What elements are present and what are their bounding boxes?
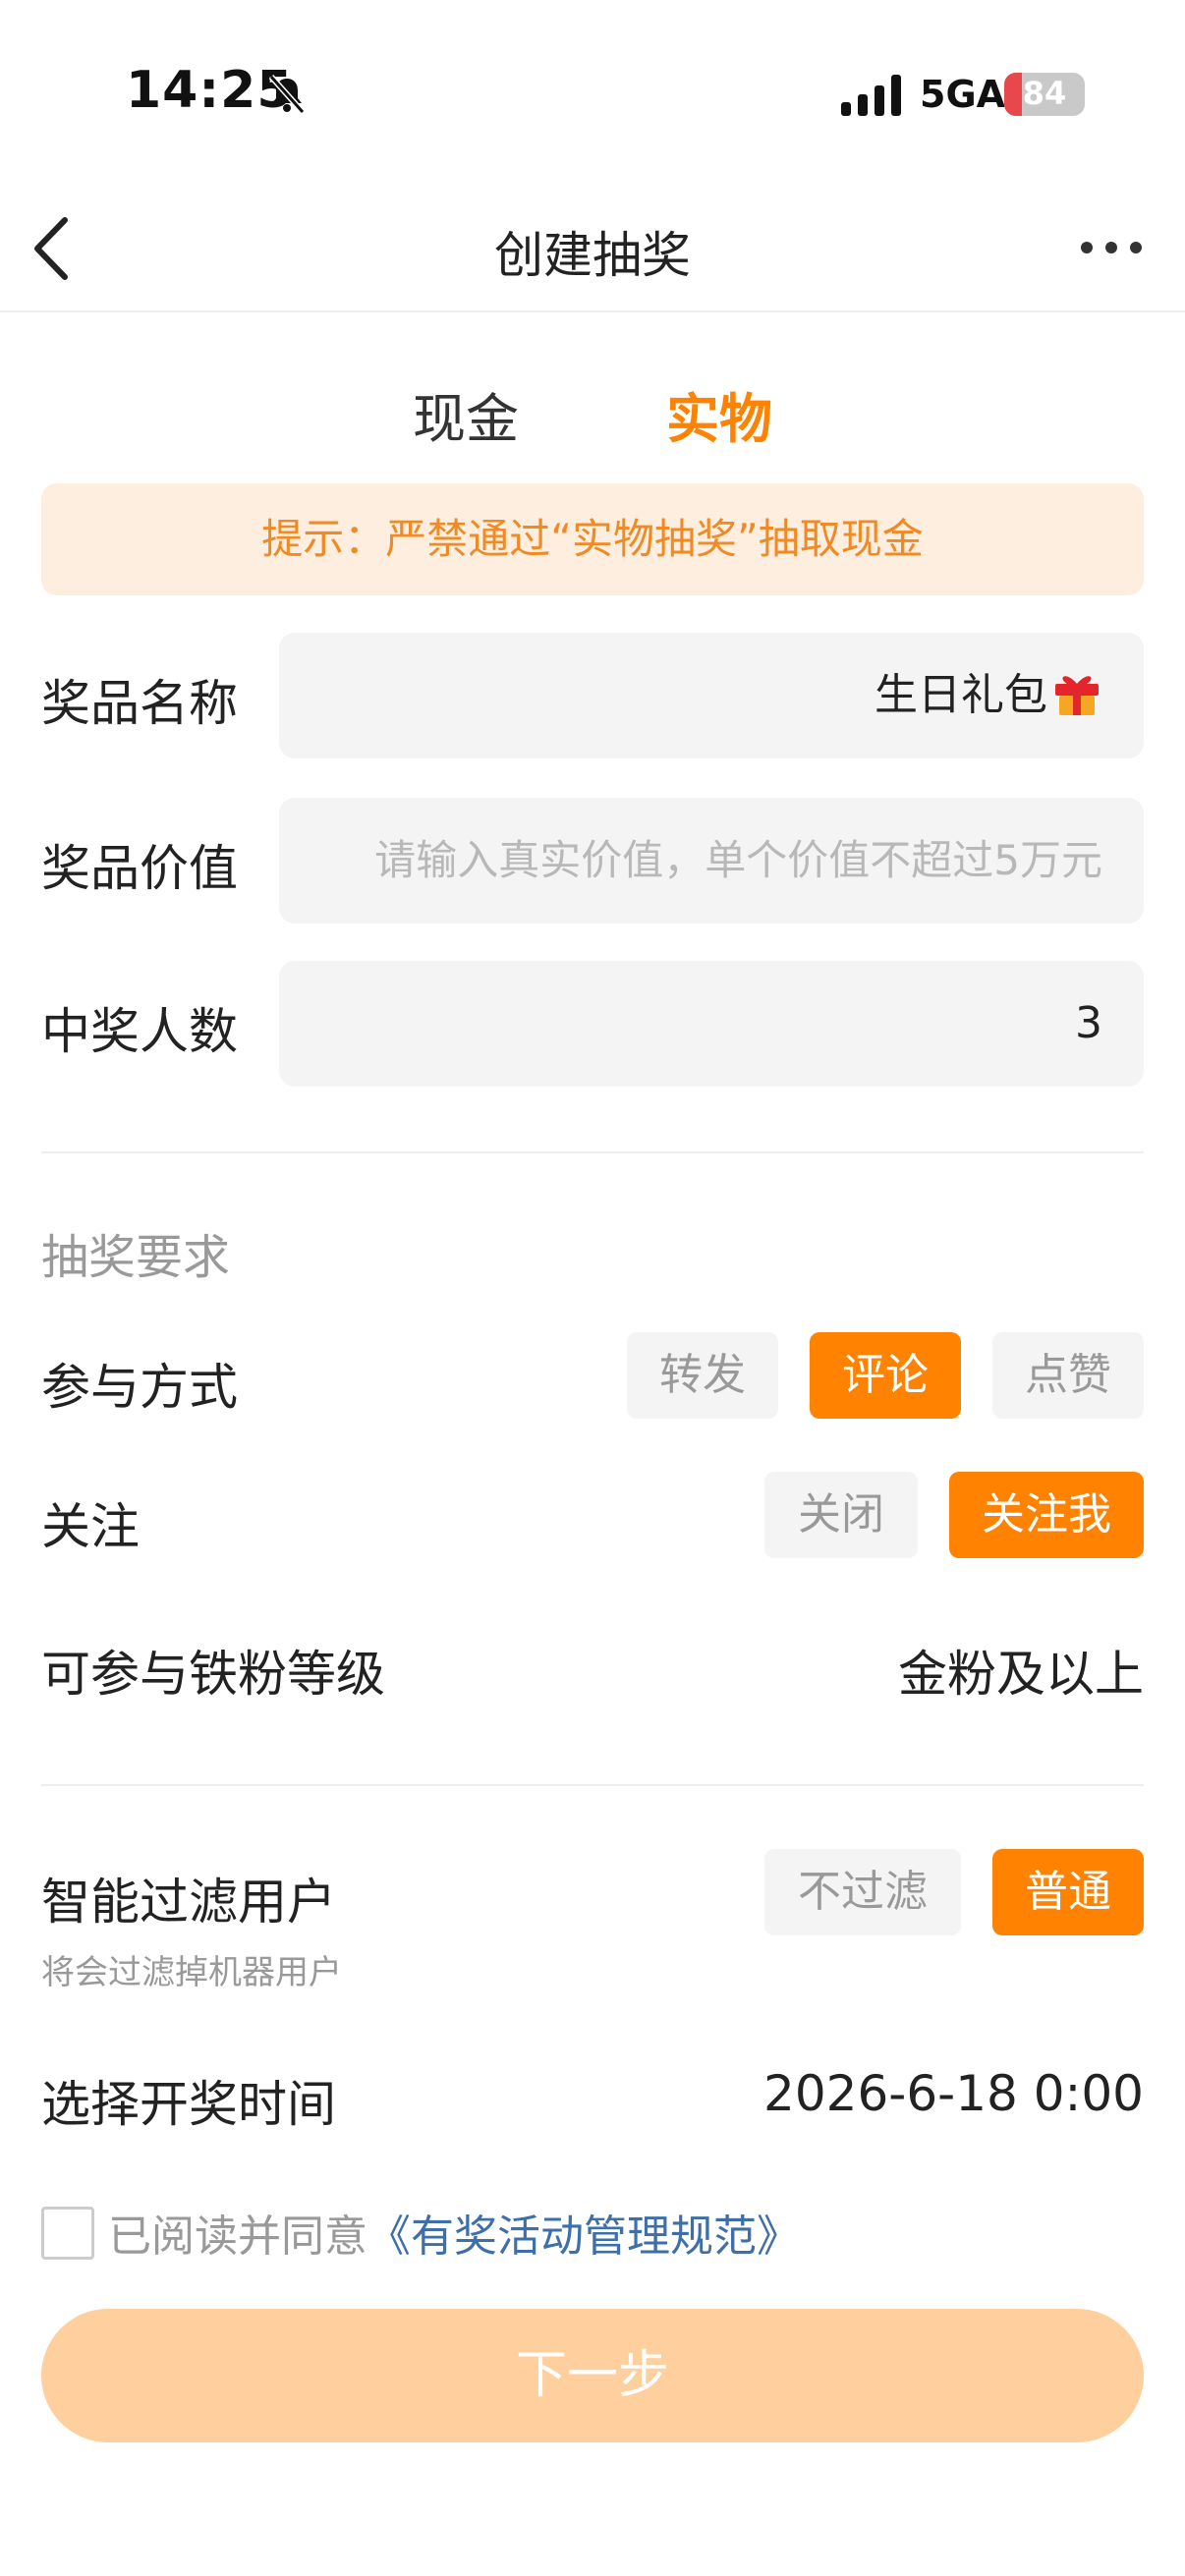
draw-time-label: 选择开奖时间 — [41, 2076, 336, 2133]
prize-value-input[interactable]: 请输入真实价值，单个价值不超过5万元 — [279, 798, 1144, 924]
prize-value-placeholder: 请输入真实价值，单个价值不超过5万元 — [374, 836, 1102, 884]
winners-count-value: 3 — [1075, 998, 1102, 1048]
winners-count-label: 中奖人数 — [41, 1003, 238, 1060]
draw-time-value[interactable]: 2026-6-18 0:00 — [763, 2065, 1144, 2122]
winners-count-input[interactable]: 3 — [279, 961, 1144, 1087]
more-options-icon[interactable] — [1077, 236, 1146, 259]
option-repost[interactable]: 转发 — [627, 1332, 778, 1419]
follow-me-button[interactable]: 关注我 — [949, 1472, 1144, 1558]
battery-percent: 84 — [1022, 75, 1067, 112]
smart-filter-hint: 将会过滤掉机器用户 — [41, 1953, 342, 1992]
signal-icon — [841, 75, 901, 116]
agreement-prefix: 已阅读并同意 — [108, 2212, 367, 2262]
divider — [41, 1784, 1144, 1786]
section-title-requirements: 抽奖要求 — [41, 1230, 231, 1285]
prize-name-label: 奖品名称 — [41, 675, 238, 732]
nav-divider — [0, 310, 1185, 312]
mute-bell-icon — [268, 75, 306, 114]
smart-filter-label: 智能过滤用户 — [41, 1874, 336, 1931]
option-comment[interactable]: 评论 — [810, 1332, 961, 1419]
prize-value-label: 奖品价值 — [41, 840, 238, 897]
fan-level-label: 可参与铁粉等级 — [41, 1646, 385, 1703]
option-like[interactable]: 点赞 — [992, 1332, 1144, 1419]
filter-normal-button[interactable]: 普通 — [992, 1849, 1144, 1935]
follow-label: 关注 — [41, 1498, 140, 1555]
network-type: 5GA — [920, 73, 1006, 116]
tab-physical-goods[interactable]: 实物 — [666, 375, 772, 453]
battery-icon: 84 — [1004, 73, 1085, 116]
filter-none-button[interactable]: 不过滤 — [764, 1849, 961, 1935]
page-title: 创建抽奖 — [494, 227, 691, 284]
tab-cash[interactable]: 现金 — [413, 375, 519, 453]
fan-level-value[interactable]: 金粉及以上 — [898, 1635, 1144, 1706]
divider — [41, 1151, 1144, 1153]
follow-off-button[interactable]: 关闭 — [764, 1472, 918, 1558]
next-step-button[interactable]: 下一步 — [41, 2309, 1144, 2442]
gift-icon — [1055, 676, 1099, 715]
agreement-link[interactable]: 《有奖活动管理规范》 — [367, 2212, 800, 2262]
prize-name-value: 生日礼包 — [875, 670, 1047, 720]
notice-banner: 提示：严禁通过“实物抽奖”抽取现金 — [41, 483, 1144, 595]
agreement-checkbox[interactable] — [41, 2207, 94, 2260]
participation-label: 参与方式 — [41, 1359, 238, 1416]
battery-cap — [1077, 86, 1083, 102]
prize-name-field[interactable]: 生日礼包 — [279, 633, 1144, 758]
agreement-text: 已阅读并同意《有奖活动管理规范》 — [108, 2201, 800, 2264]
